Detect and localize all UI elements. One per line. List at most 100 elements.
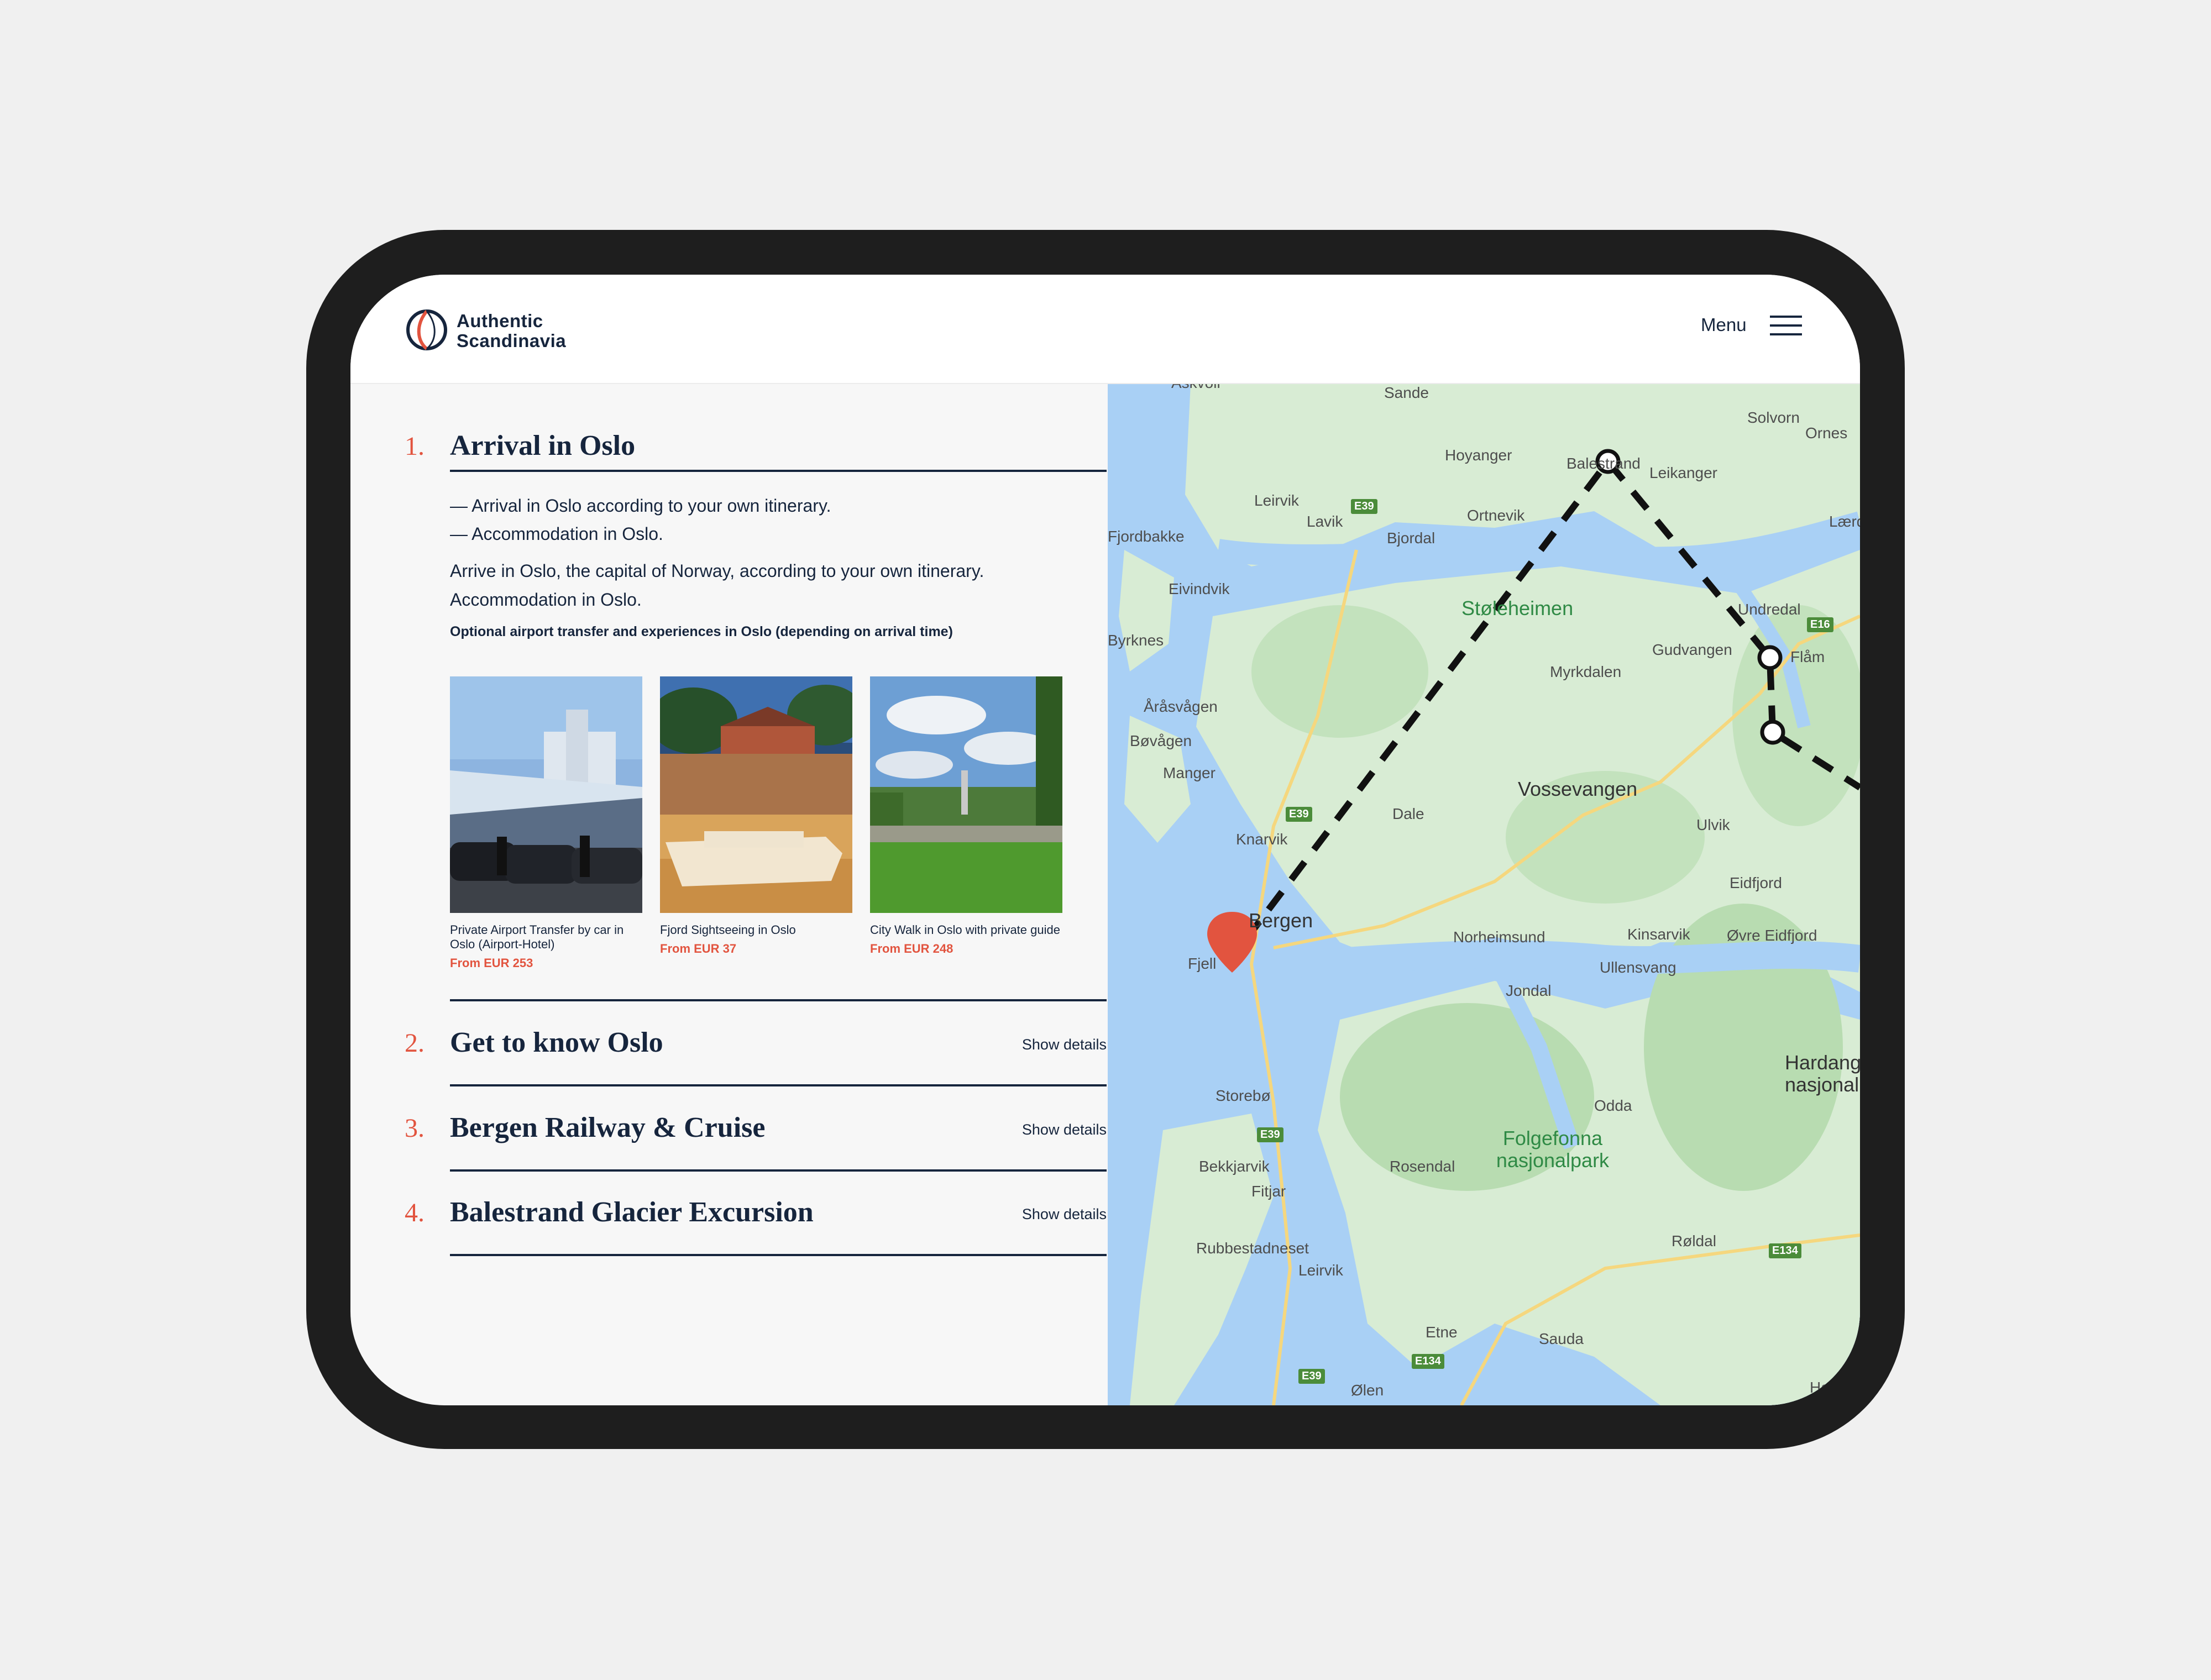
logo-icon[interactable] [405, 308, 449, 352]
divider [450, 1084, 1107, 1086]
step-1-description: Arrive in Oslo, the capital of Norway, a… [450, 556, 1102, 614]
map-label: Eidfjord [1730, 874, 1782, 891]
map-label: Storebø [1215, 1087, 1271, 1104]
divider [450, 1254, 1107, 1256]
divider [450, 470, 1107, 472]
map-label: Ølen [1351, 1382, 1384, 1399]
map-label: Bjordal [1387, 529, 1435, 547]
card-caption: Fjord Sightseeing in Oslo [660, 923, 796, 937]
bullet-item: — Arrival in Oslo according to your own … [450, 496, 831, 516]
brand-line1: Authentic [457, 311, 543, 331]
map-label: Lavik [1307, 513, 1343, 530]
map-label: Flåm [1790, 648, 1825, 665]
map-label: Rosendal [1390, 1158, 1455, 1175]
map-label: Leirvik [1298, 1262, 1343, 1279]
brand-line2: Scandinavia [457, 330, 567, 351]
map-label: Eivindvik [1169, 580, 1230, 597]
map-label: Undredal [1738, 601, 1801, 618]
map-label: Myrkdalen [1550, 663, 1622, 680]
map-label: Solvorn [1747, 409, 1800, 426]
step-1-title[interactable]: Arrival in Oslo [450, 429, 635, 462]
map-label: Leirvik [1254, 492, 1299, 509]
step-2-title[interactable]: Get to know Oslo [450, 1026, 663, 1059]
map-label: Vossevangen [1518, 778, 1638, 800]
step-1-number: 1. [405, 432, 425, 461]
map-label: Rubbestadneset [1196, 1240, 1309, 1257]
bullet-item: — Accommodation in Oslo. [450, 524, 663, 544]
step-4-number: 4. [405, 1198, 425, 1227]
map-label: Bergen [1249, 909, 1313, 932]
brand-name[interactable]: Authentic Scandinavia [457, 311, 566, 351]
road-shield: E134 [1412, 1354, 1444, 1369]
map-label: Balestrand [1566, 455, 1641, 472]
step-4-title[interactable]: Balestrand Glacier Excursion [450, 1196, 814, 1229]
map-label: Knarvik [1236, 831, 1288, 848]
map-label: Askvoll [1171, 384, 1220, 392]
map-label: Fjordbakke [1108, 528, 1185, 545]
map-label: Sande [1384, 384, 1429, 401]
divider [450, 1169, 1107, 1172]
show-details-button[interactable]: Show details [996, 1121, 1107, 1138]
fjord-sightseeing-image[interactable] [660, 676, 852, 913]
itinerary-panel: 1. Arrival in Oslo — Arrival in Oslo acc… [350, 384, 1108, 1405]
card-caption: City Walk in Oslo with private guide [870, 923, 1060, 937]
map-label: Hoyanger [1445, 447, 1512, 464]
road-shield: E16 [1807, 617, 1833, 632]
map-label: Odda [1594, 1097, 1632, 1114]
description-line: Accommodation in Oslo. [450, 590, 642, 610]
site-header: Authentic Scandinavia Menu [350, 275, 1860, 384]
map-label: Støleheimen [1461, 597, 1574, 620]
map-label: Ulvik [1696, 816, 1730, 833]
description-line: Arrive in Oslo, the capital of Norway, a… [450, 561, 984, 581]
map-label: Lærdal [1829, 513, 1860, 530]
card-price: From EUR 253 [450, 956, 533, 970]
optional-note: Optional airport transfer and experience… [450, 624, 953, 639]
show-details-button[interactable]: Show details [996, 1206, 1107, 1223]
airport-transfer-image[interactable] [450, 676, 642, 913]
city-walk-image[interactable] [870, 676, 1062, 913]
road-shield: E134 [1769, 1243, 1801, 1258]
hamburger-icon[interactable] [1770, 316, 1802, 338]
experience-card-airport[interactable]: Private Airport Transfer by car in Oslo … [450, 676, 642, 970]
map-label: Bekkjarvik [1199, 1158, 1270, 1175]
experience-card-fjord[interactable]: Fjord Sightseeing in Oslo From EUR 37 [660, 676, 852, 956]
map-label: Ortnevik [1467, 507, 1525, 524]
map-label: Gudvangen [1652, 641, 1732, 658]
map-label: Fitjar [1251, 1183, 1286, 1200]
map-label: Ornes [1805, 424, 1848, 442]
map-label: Folgefonna nasjonalpark [1496, 1127, 1610, 1172]
card-price: From EUR 37 [660, 942, 737, 956]
map-label: Bøvågen [1130, 732, 1192, 749]
experience-card-walk[interactable]: City Walk in Oslo with private guide Fro… [870, 676, 1062, 956]
map-label: Ullensvang [1600, 959, 1676, 976]
map-label: Leikanger [1649, 464, 1717, 481]
step-3-number: 3. [405, 1114, 425, 1143]
map-label: Dale [1392, 805, 1424, 822]
map-label: Åråsvågen [1144, 698, 1218, 715]
road-shield: E39 [1286, 807, 1312, 822]
divider [450, 999, 1107, 1001]
map-label: Øvre Eidfjord [1727, 927, 1817, 944]
map-label: Jondal [1506, 982, 1552, 999]
road-shield: E39 [1257, 1127, 1283, 1142]
card-price: From EUR 248 [870, 942, 953, 956]
map-label: Manger [1163, 764, 1215, 781]
map-label: Hovden [1810, 1379, 1860, 1396]
map-label: Hardangervidda nasjonalpark [1785, 1051, 1860, 1096]
menu-label[interactable]: Menu [1701, 314, 1747, 335]
route-map[interactable]: Askvoll Sande Solvorn Ornes Hoyanger Bal… [1108, 384, 1860, 1405]
show-details-button[interactable]: Show details [996, 1036, 1107, 1053]
screen: Authentic Scandinavia Menu 1. Arrival in… [350, 275, 1860, 1405]
step-3-title[interactable]: Bergen Railway & Cruise [450, 1111, 765, 1144]
map-label: Byrknes [1108, 632, 1164, 649]
map-label: Fjell [1188, 955, 1217, 972]
step-2-number: 2. [405, 1028, 425, 1058]
card-caption: Private Airport Transfer by car in Oslo … [450, 923, 624, 951]
map-label: Etne [1426, 1324, 1458, 1341]
map-label: Røldal [1672, 1232, 1716, 1250]
road-shield: E39 [1298, 1369, 1325, 1384]
map-label: Sauda [1539, 1330, 1584, 1347]
step-1-bullets: — Arrival in Oslo according to your own … [450, 492, 1102, 548]
map-label: Kinsarvik [1627, 926, 1690, 943]
map-label: Norheimsund [1453, 928, 1545, 946]
